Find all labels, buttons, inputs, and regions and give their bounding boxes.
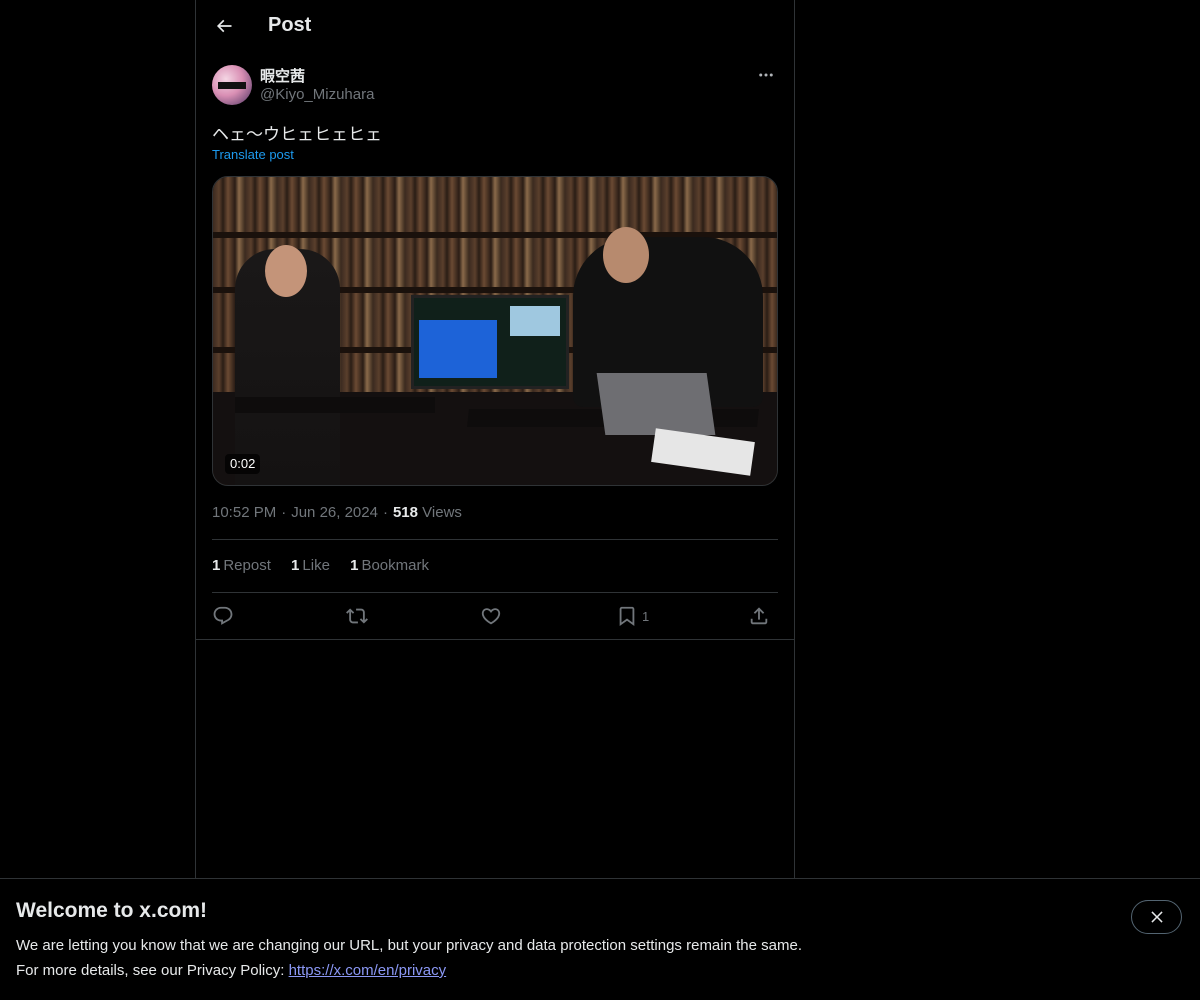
divider [196, 639, 794, 640]
arrow-left-icon [216, 19, 232, 33]
url-change-banner: Welcome to x.com! We are letting you kno… [0, 878, 1200, 1000]
post-actions: 1 [212, 601, 778, 631]
author-display-name[interactable]: 暇空茜 [260, 65, 305, 86]
post-author: 暇空茜 @Kiyo_Mizuhara [212, 64, 778, 108]
more-options-button[interactable] [754, 64, 778, 86]
bookmark-icon [619, 606, 635, 627]
like-stat[interactable]: 1 Like [291, 557, 330, 574]
divider [212, 539, 778, 540]
divider [212, 592, 778, 593]
author-handle[interactable]: @Kiyo_Mizuhara [260, 86, 374, 103]
bookmark-count: 1 [642, 608, 650, 624]
post-date[interactable]: Jun 26, 2024 [291, 504, 378, 521]
more-icon [759, 73, 773, 77]
close-icon [1150, 911, 1163, 923]
share-button[interactable] [748, 603, 770, 629]
repost-stat[interactable]: 1 Repost [212, 557, 271, 574]
primary-column: Post 暇空茜 @Kiyo_Mizuhara ヘェ〜ウヒェヒェヒェ Trans… [195, 0, 795, 878]
page-title: Post [268, 14, 312, 36]
privacy-policy-link[interactable]: https://x.com/en/privacy [289, 962, 447, 979]
meta-separator: · [382, 504, 388, 521]
like-button[interactable] [480, 603, 502, 629]
page-header: Post [196, 0, 794, 53]
banner-title: Welcome to x.com! [16, 899, 207, 922]
banner-message: We are letting you know that we are chan… [16, 937, 802, 954]
heart-icon [481, 608, 501, 625]
video-duration-badge: 0:02 [225, 454, 261, 474]
close-banner-button[interactable] [1131, 900, 1182, 934]
post-stats: 1 Repost 1 Like 1 Bookmark [212, 557, 445, 574]
bookmark-stat[interactable]: 1 Bookmark [350, 557, 429, 574]
post-time[interactable]: 10:52 PM [212, 504, 276, 521]
share-icon [750, 607, 768, 625]
reply-button[interactable] [212, 603, 234, 629]
banner-privacy-line: For more details, see our Privacy Policy… [16, 962, 447, 979]
post-text: ヘェ〜ウヒェヒェヒェ [212, 125, 382, 145]
views-label: Views [422, 504, 462, 521]
bookmark-button[interactable]: 1 [616, 603, 649, 629]
views-count: 518 [392, 504, 418, 521]
repost-icon [346, 608, 368, 624]
reply-icon [213, 606, 233, 625]
translate-post-link[interactable]: Translate post [212, 147, 294, 162]
post-meta: 10:52 PM · Jun 26, 2024 · 518 Views [212, 504, 462, 521]
meta-separator: · [281, 504, 287, 521]
post-video[interactable]: 0:02 [212, 176, 778, 486]
back-button[interactable] [206, 8, 242, 44]
avatar[interactable] [212, 65, 252, 105]
repost-button[interactable] [346, 603, 368, 629]
